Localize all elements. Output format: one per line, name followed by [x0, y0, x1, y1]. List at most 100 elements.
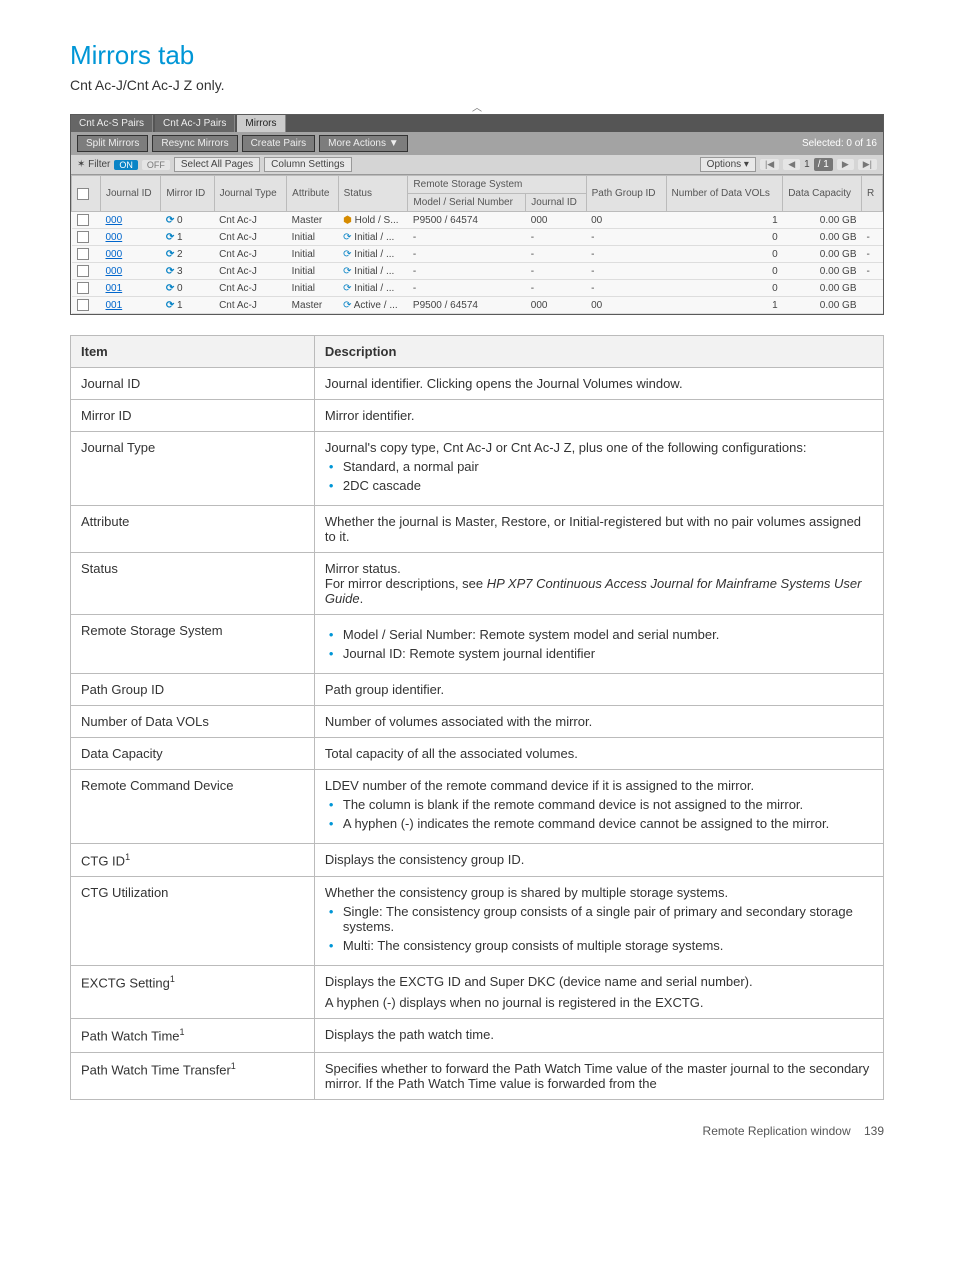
col-path-group[interactable]: Path Group ID	[586, 176, 666, 212]
desc-item: EXCTG Setting1	[71, 966, 315, 1019]
mirror-icon: ⟳	[166, 215, 174, 226]
toolbar: Split Mirrors Resync Mirrors Create Pair…	[71, 132, 883, 155]
col-mirror-id[interactable]: Mirror ID	[161, 176, 214, 212]
pager-last-icon[interactable]: ▶|	[858, 159, 877, 170]
tab-cnt-ac-j-pairs[interactable]: Cnt Ac-J Pairs	[155, 115, 235, 132]
status-icon: ⟳	[343, 300, 351, 311]
tabstrip: Cnt Ac-S PairsCnt Ac-J PairsMirrors	[71, 115, 883, 132]
status-icon: ⟳	[343, 249, 351, 260]
col-data-cap[interactable]: Data Capacity	[783, 176, 862, 212]
more-actions-button[interactable]: More Actions ▼	[319, 135, 408, 152]
desc-row: CTG UtilizationWhether the consistency g…	[71, 877, 884, 966]
desc-head-description: Description	[314, 336, 883, 368]
row-checkbox[interactable]	[77, 282, 89, 294]
desc-text: Total capacity of all the associated vol…	[314, 738, 883, 770]
table-row[interactable]: 001⟳ 1Cnt Ac-JMaster⟳ Active / ...P9500 …	[72, 297, 883, 314]
footer-label: Remote Replication window	[703, 1124, 851, 1138]
desc-text: Journal's copy type, Cnt Ac-J or Cnt Ac-…	[314, 432, 883, 506]
journal-id-link[interactable]: 000	[101, 212, 161, 229]
desc-text: Displays the consistency group ID.	[314, 844, 883, 877]
mirrors-grid: Journal ID Mirror ID Journal Type Attrib…	[71, 175, 883, 314]
tab-mirrors[interactable]: Mirrors	[237, 115, 285, 132]
col-num-vols[interactable]: Number of Data VOLs	[666, 176, 783, 212]
status-icon: ⟳	[343, 283, 351, 294]
desc-item: Number of Data VOLs	[71, 706, 315, 738]
table-row[interactable]: 000⟳ 0Cnt Ac-JMaster⬢ Hold / S...P9500 /…	[72, 212, 883, 229]
status-icon: ⬢	[343, 215, 352, 226]
desc-text: Displays the path watch time.	[314, 1019, 883, 1052]
caret-icon: ︿	[70, 99, 884, 114]
mirror-icon: ⟳	[166, 232, 174, 243]
col-r[interactable]: R	[862, 176, 883, 212]
select-all-checkbox[interactable]	[77, 188, 89, 200]
desc-text: Model / Serial Number: Remote system mod…	[314, 615, 883, 674]
options-dropdown[interactable]: Options ▾	[700, 157, 756, 172]
pager-first-icon[interactable]: |◀	[760, 159, 779, 170]
row-checkbox[interactable]	[77, 265, 89, 277]
mirror-icon: ⟳	[166, 266, 174, 277]
desc-text: Displays the EXCTG ID and Super DKC (dev…	[314, 966, 883, 1019]
desc-item: CTG Utilization	[71, 877, 315, 966]
col-journal-id[interactable]: Journal ID	[101, 176, 161, 212]
col-remote-jid[interactable]: Journal ID	[526, 194, 586, 212]
desc-text: Journal identifier. Clicking opens the J…	[314, 368, 883, 400]
desc-item: Remote Command Device	[71, 770, 315, 844]
table-row[interactable]: 000⟳ 3Cnt Ac-JInitial⟳ Initial / ...---0…	[72, 263, 883, 280]
col-attribute[interactable]: Attribute	[287, 176, 338, 212]
create-pairs-button[interactable]: Create Pairs	[242, 135, 316, 152]
mirrors-panel: Cnt Ac-S PairsCnt Ac-J PairsMirrors Spli…	[70, 114, 884, 315]
desc-text: Path group identifier.	[314, 674, 883, 706]
journal-id-link[interactable]: 001	[101, 280, 161, 297]
desc-row: Remote Command DeviceLDEV number of the …	[71, 770, 884, 844]
tab-cnt-ac-s-pairs[interactable]: Cnt Ac-S Pairs	[71, 115, 153, 132]
journal-id-link[interactable]: 000	[101, 263, 161, 280]
desc-text: LDEV number of the remote command device…	[314, 770, 883, 844]
selected-count: Selected: 0 of 16	[802, 138, 877, 149]
row-checkbox[interactable]	[77, 299, 89, 311]
col-remote-storage[interactable]: Remote Storage System	[408, 176, 586, 194]
desc-text: Specifies whether to forward the Path Wa…	[314, 1052, 883, 1099]
journal-id-link[interactable]: 000	[101, 246, 161, 263]
pager-prev-icon[interactable]: ◀	[783, 159, 800, 170]
pager-next-icon[interactable]: ▶	[837, 159, 854, 170]
journal-id-link[interactable]: 000	[101, 229, 161, 246]
desc-item: Journal ID	[71, 368, 315, 400]
desc-item: Path Watch Time1	[71, 1019, 315, 1052]
desc-item: Path Group ID	[71, 674, 315, 706]
resync-mirrors-button[interactable]: Resync Mirrors	[152, 135, 237, 152]
footer-page-number: 139	[864, 1124, 884, 1138]
select-all-pages-button[interactable]: Select All Pages	[174, 157, 260, 172]
row-checkbox[interactable]	[77, 248, 89, 260]
filter-off-toggle[interactable]: OFF	[142, 160, 170, 170]
pager-total: / 1	[814, 158, 833, 171]
col-journal-type[interactable]: Journal Type	[214, 176, 287, 212]
desc-row: EXCTG Setting1Displays the EXCTG ID and …	[71, 966, 884, 1019]
status-icon: ⟳	[343, 266, 351, 277]
table-row[interactable]: 001⟳ 0Cnt Ac-JInitial⟳ Initial / ...---0…	[72, 280, 883, 297]
desc-row: StatusMirror status.For mirror descripti…	[71, 553, 884, 615]
col-status[interactable]: Status	[338, 176, 408, 212]
col-model-serial[interactable]: Model / Serial Number	[408, 194, 526, 212]
row-checkbox[interactable]	[77, 231, 89, 243]
desc-row: Journal IDJournal identifier. Clicking o…	[71, 368, 884, 400]
mirror-icon: ⟳	[166, 249, 174, 260]
desc-row: Mirror IDMirror identifier.	[71, 400, 884, 432]
filter-label: ✶ Filter	[77, 159, 110, 170]
desc-item: Data Capacity	[71, 738, 315, 770]
column-settings-button[interactable]: Column Settings	[264, 157, 351, 172]
table-row[interactable]: 000⟳ 2Cnt Ac-JInitial⟳ Initial / ...---0…	[72, 246, 883, 263]
split-mirrors-button[interactable]: Split Mirrors	[77, 135, 148, 152]
desc-row: Path Group IDPath group identifier.	[71, 674, 884, 706]
description-table: Item Description Journal IDJournal ident…	[70, 335, 884, 1100]
row-checkbox[interactable]	[77, 214, 89, 226]
journal-id-link[interactable]: 001	[101, 297, 161, 314]
table-row[interactable]: 000⟳ 1Cnt Ac-JInitial⟳ Initial / ...---0…	[72, 229, 883, 246]
dropdown-icon: ▼	[389, 138, 399, 149]
desc-item: Journal Type	[71, 432, 315, 506]
mirror-icon: ⟳	[166, 300, 174, 311]
desc-item: CTG ID1	[71, 844, 315, 877]
page-subtitle: Cnt Ac-J/Cnt Ac-J Z only.	[70, 77, 884, 93]
desc-text: Number of volumes associated with the mi…	[314, 706, 883, 738]
desc-row: Number of Data VOLsNumber of volumes ass…	[71, 706, 884, 738]
filter-on-toggle[interactable]: ON	[114, 160, 138, 170]
